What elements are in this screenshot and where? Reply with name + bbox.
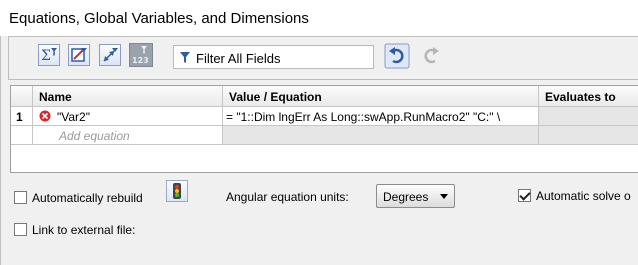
redo-icon: [424, 47, 439, 64]
variable-name: "Var2": [57, 110, 90, 124]
angular-units-value: Degrees: [383, 190, 429, 204]
link-external-label: Link to external file:: [32, 223, 136, 237]
add-equation-value: [223, 126, 539, 145]
auto-solve-checkbox[interactable]: [518, 189, 531, 202]
auto-rebuild-checkbox[interactable]: [14, 191, 27, 204]
svg-text:123: 123: [132, 56, 149, 65]
table-row-name[interactable]: "Var2": [33, 107, 223, 126]
row-number: 1: [11, 107, 33, 126]
angular-units-label: Angular equation units:: [226, 190, 349, 204]
equations-table: Name Value / Equation Evaluates to 1 "Va…: [10, 85, 638, 173]
svg-text:Σ: Σ: [41, 48, 51, 64]
row-header-corner: [11, 86, 33, 107]
undo-icon: [384, 43, 410, 69]
add-equation-evaluates: [539, 126, 638, 145]
ordered-view-icon[interactable]: 123: [129, 43, 153, 67]
auto-rebuild-label: Automatically rebuild: [32, 191, 143, 205]
filter-field[interactable]: Filter All Fields: [173, 45, 374, 69]
rebuild-status-button[interactable]: [166, 180, 188, 202]
table-row-evaluates: [539, 107, 638, 126]
sketch-equation-view-icon[interactable]: [68, 44, 90, 66]
column-header-evaluates[interactable]: Evaluates to: [539, 86, 638, 107]
column-header-name[interactable]: Name: [33, 86, 223, 107]
column-header-value[interactable]: Value / Equation: [223, 86, 539, 107]
filter-placeholder: Filter All Fields: [196, 51, 281, 66]
title-bar: Equations, Global Variables, and Dimensi…: [0, 0, 638, 37]
error-icon: [39, 110, 51, 122]
filter-icon: [180, 52, 190, 63]
equation-view-icon[interactable]: Σ: [38, 44, 60, 66]
add-equation-cell[interactable]: Add equation: [33, 126, 223, 145]
link-external-checkbox[interactable]: [14, 223, 27, 236]
angular-units-dropdown[interactable]: Degrees: [376, 184, 455, 208]
window-title: Equations, Global Variables, and Dimensi…: [9, 10, 309, 27]
dimension-view-icon[interactable]: [99, 44, 121, 66]
table-row-value[interactable]: = "1::Dim lngErr As Long::swApp.RunMacro…: [223, 107, 539, 126]
traffic-light-icon: [173, 183, 181, 199]
chevron-down-icon: [440, 194, 448, 199]
row-number-empty: [11, 126, 33, 145]
redo-button[interactable]: [418, 43, 444, 69]
undo-button[interactable]: [384, 43, 410, 69]
auto-solve-label: Automatic solve o: [536, 189, 631, 203]
